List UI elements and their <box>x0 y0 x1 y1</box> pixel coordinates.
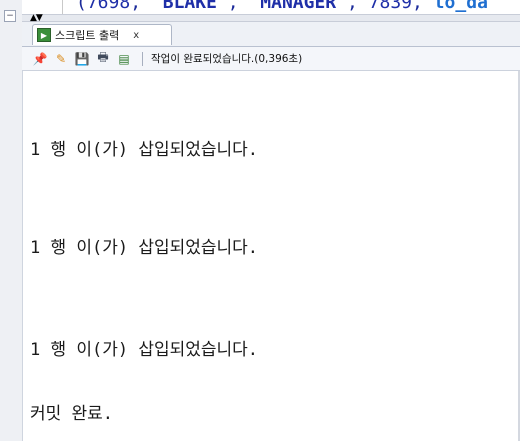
collapse-icon[interactable]: − <box>4 10 16 22</box>
close-icon[interactable]: x <box>133 30 139 41</box>
eraser-icon[interactable]: ✎ <box>53 51 69 67</box>
editor-code-strip[interactable]: (7698, 'BLAKE', 'MANAGER', 7839, to_da <box>22 0 520 14</box>
save-icon[interactable]: 💾 <box>74 51 90 67</box>
output-line: 1 행 이(가) 삽입되었습니다. <box>30 340 259 360</box>
output-line: 1 행 이(가) 삽입되었습니다. <box>30 238 259 258</box>
output-line: 1 행 이(가) 삽입되었습니다. <box>30 140 259 160</box>
editor-gutter-line <box>62 0 63 14</box>
code-number-1: 7698 <box>86 0 131 13</box>
output-toolbar: 📌 ✎ 💾 🖶 ▤ 작업이 완료되었습니다.(0,396초) <box>22 47 520 71</box>
code-string-1: 'BLAKE' <box>151 0 228 13</box>
toolbar-divider <box>142 51 143 66</box>
pin-icon[interactable]: 📌 <box>32 51 48 67</box>
script-output-area[interactable]: 1 행 이(가) 삽입되었습니다. 1 행 이(가) 삽입되었습니다. 1 행 … <box>30 71 518 441</box>
output-tab-bar: ▶ 스크립트 출력 x <box>22 22 520 47</box>
code-string-2: 'MANAGER' <box>249 0 347 13</box>
left-gutter: − <box>0 0 23 441</box>
print-icon[interactable]: 🖶 <box>95 50 111 67</box>
script-output-icon: ▶ <box>37 28 51 42</box>
export-icon[interactable]: ▤ <box>116 51 132 67</box>
panel-splitter[interactable]: ▲▼ <box>22 13 520 23</box>
editor-code-line: (7698, 'BLAKE', 'MANAGER', 7839, to_da <box>76 0 488 13</box>
output-line: 커밋 완료. <box>30 404 114 424</box>
code-number-2: 7839 <box>368 0 413 13</box>
tab-label: 스크립트 출력 <box>55 29 120 42</box>
status-text: 작업이 완료되었습니다.(0,396초) <box>151 53 303 65</box>
tab-script-output[interactable]: ▶ 스크립트 출력 x <box>32 24 172 45</box>
code-paren: ( <box>76 0 87 13</box>
code-keyword: to_da <box>433 0 488 13</box>
